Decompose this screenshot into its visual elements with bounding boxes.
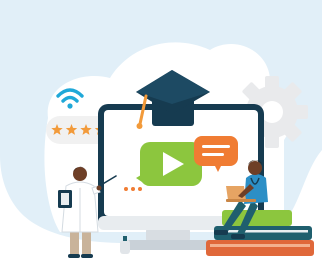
monitor-foot [126, 240, 210, 250]
typing-dots [124, 187, 142, 191]
monitor-stand [146, 228, 190, 242]
elearning-illustration [0, 0, 322, 261]
video-play-bubble [136, 142, 202, 186]
